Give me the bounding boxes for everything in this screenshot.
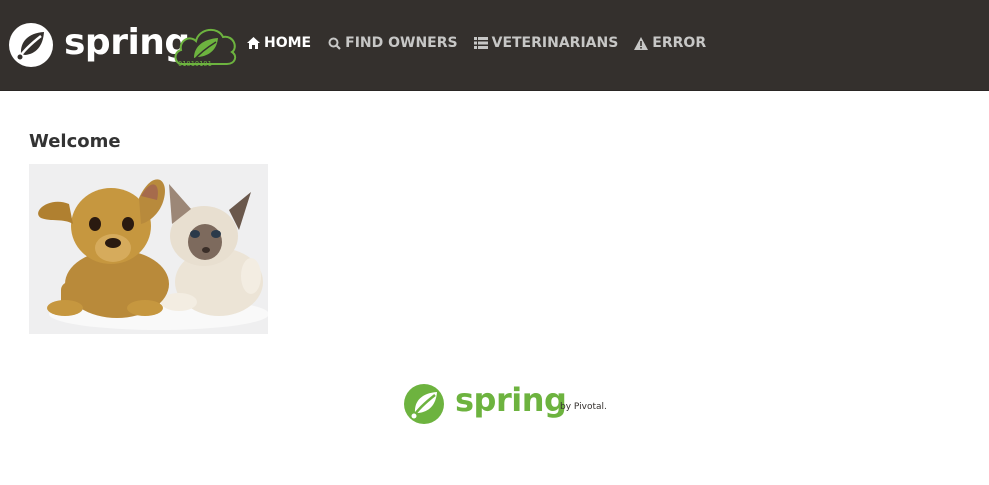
nav-label-veterinarians: VETERINARIANS — [491, 35, 619, 51]
pets-image — [29, 164, 268, 334]
home-icon — [246, 36, 260, 50]
footer-by-pivotal: by Pivotal. — [560, 402, 607, 412]
footer-brand-name: spring — [455, 381, 567, 419]
top-navbar: spring 01010101 HOME FIND OWNERS VETERIN… — [0, 0, 989, 91]
nav-item-veterinarians[interactable]: VETERINARIANS — [473, 33, 619, 53]
brand-name: spring — [64, 22, 190, 63]
main-nav: HOME FIND OWNERS VETERINARIANS ERROR — [246, 33, 706, 53]
petclinic-cloud-badge-icon: 01010101 — [174, 29, 237, 68]
page-title: Welcome — [29, 131, 121, 152]
nav-label-find-owners: FIND OWNERS — [345, 35, 458, 51]
list-icon — [473, 36, 488, 50]
search-icon — [327, 36, 341, 50]
footer-logo: spring by Pivotal. — [403, 380, 607, 426]
spring-leaf-footer-icon — [404, 384, 444, 424]
spring-leaf-logo-icon — [9, 23, 53, 67]
main-content: Welcome — [29, 128, 268, 334]
badge-binary-text: 01010101 — [178, 60, 212, 68]
nav-label-error: ERROR — [652, 35, 707, 51]
warning-icon — [634, 36, 649, 50]
nav-item-error[interactable]: ERROR — [634, 33, 706, 53]
brand-logo-link[interactable]: spring 01010101 — [8, 22, 238, 68]
nav-item-find-owners[interactable]: FIND OWNERS — [327, 33, 458, 53]
nav-label-home: HOME — [264, 35, 312, 51]
nav-item-home[interactable]: HOME — [246, 33, 311, 53]
